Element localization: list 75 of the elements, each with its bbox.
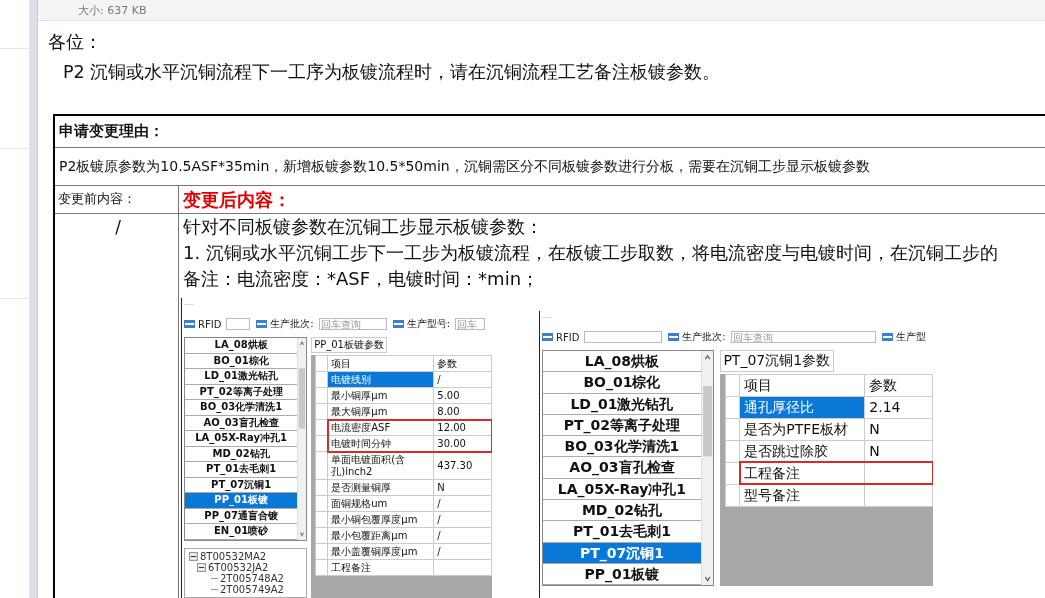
input-field[interactable]: 回车查询 [730, 331, 876, 343]
table-cell: / [433, 543, 492, 560]
table-cell[interactable]: 是否为PTFE板材 [739, 418, 865, 441]
table-cell: / [433, 371, 492, 388]
column-header: 参数 [433, 355, 492, 372]
table-cell: / [433, 511, 492, 528]
list-item[interactable]: LA_08烘板 [543, 351, 701, 373]
table-cell[interactable]: 最小盖覆铜厚度μm [327, 543, 434, 560]
list-item[interactable]: MD_02钻孔 [543, 500, 701, 522]
list-item[interactable]: PT_07沉铜1 [543, 542, 701, 564]
tree-node[interactable]: 6T00532JA2 [208, 561, 269, 573]
field-icon [256, 320, 268, 328]
field-icon [542, 333, 553, 341]
table-cell: / [433, 495, 492, 512]
table-cell: N [864, 418, 933, 441]
collapse-icon[interactable] [189, 551, 198, 561]
greeting-text: 各位： [48, 30, 103, 54]
input-field[interactable] [584, 331, 663, 343]
form-label: 申请变更理由： [59, 122, 164, 141]
column-header: 项目 [327, 355, 434, 372]
table-cell[interactable]: 最小铜包覆厚度μm [327, 511, 434, 528]
table-cell: 437.30 [433, 451, 492, 480]
table-cell[interactable]: 最小铜厚μm [327, 387, 434, 404]
column-header: 参数 [864, 374, 933, 397]
field-icon [184, 320, 195, 328]
field-icon [881, 333, 893, 341]
column-header: 项目 [739, 374, 865, 397]
list-item[interactable]: AO_03盲孔检查 [543, 457, 701, 479]
file-size-text: 大小: 637 KB [78, 5, 147, 19]
input-field[interactable]: 回车 [455, 318, 486, 330]
list-item[interactable]: LD_01激光钻孔 [543, 393, 701, 415]
list-item[interactable]: LA_05X-Ray冲孔1 [543, 478, 701, 501]
body-line: 备注：电流密度：*ASF，电镀时间：*min； [183, 267, 541, 291]
input-field[interactable] [226, 318, 251, 330]
table-cell[interactable]: 面铜规格um [327, 495, 434, 512]
scrollbar[interactable] [700, 351, 714, 586]
table-cell[interactable]: 最小包覆距离μm [327, 527, 434, 544]
filter-label: 生产型 [895, 330, 926, 344]
list-item[interactable]: BO_01棕化 [543, 372, 701, 394]
list-item[interactable]: PT_01去毛刺1 [543, 521, 701, 543]
filter-label: 生产批次: [270, 317, 314, 331]
tree-node[interactable]: 2T005749A2 [220, 583, 284, 595]
table-cell[interactable]: 电流密度ASF [327, 419, 434, 436]
reason-text: P2板镀原参数为10.5ASF*35min，新增板镀参数10.5*50min，沉铜需区分不同板镀参数进行分板，需要在沉铜工步显示板镀参数 [59, 157, 870, 176]
panel-tab[interactable]: PT_07沉铜1参数 [719, 350, 834, 372]
form-heading: 变更后内容： [182, 188, 291, 212]
table-cell[interactable]: 单面电镀面积(含孔)inch2 [327, 451, 434, 480]
tree-node[interactable]: 8T00532MA2 [200, 550, 267, 562]
input-field[interactable]: 回车查询 [318, 318, 387, 330]
filter-label: 生产批次: [682, 330, 726, 344]
list-item[interactable]: PP_01板镀 [185, 493, 298, 509]
table-cell: 5.00 [433, 387, 492, 404]
field-icon [668, 333, 680, 341]
table-cell[interactable]: 工程备注 [327, 559, 434, 576]
body-line: 针对不同板镀参数在沉铜工步显示板镀参数： [183, 215, 544, 239]
field-icon [392, 320, 404, 328]
filter-label: RFID [556, 331, 580, 343]
table-cell: N [433, 479, 492, 496]
list-item[interactable]: PP_01板镀 [543, 563, 701, 586]
table-cell[interactable]: 型号备注 [739, 484, 865, 506]
tree-node[interactable]: 2T005748A2 [220, 572, 284, 584]
form-label: 变更前内容： [58, 191, 136, 206]
table-cell[interactable]: 是否测量铜厚 [327, 479, 434, 496]
filter-label: RFID [198, 318, 222, 330]
body-line: 1. 沉铜或水平沉铜工步下一工步为板镀流程，在板镀工步取数，将电流密度与电镀时间，在沉铜工步的 [183, 241, 998, 265]
table-cell: 2.14 [864, 396, 933, 419]
panel-tab[interactable]: PP_01板镀参数 [311, 337, 387, 353]
body-paragraph: P2 沉铜或水平沉铜流程下一工序为板镀流程时，请在沉铜流程工艺备注板镀参数。 [63, 61, 722, 84]
scrollbar[interactable] [297, 338, 307, 540]
filter-label: 生产型号: [406, 317, 451, 331]
collapse-icon[interactable] [197, 562, 206, 572]
list-item[interactable]: BO_03化学清洗1 [543, 436, 701, 458]
table-cell: / [433, 527, 492, 544]
cell-text: / [115, 217, 121, 237]
list-item[interactable]: PT_02等离子处理 [543, 414, 701, 437]
